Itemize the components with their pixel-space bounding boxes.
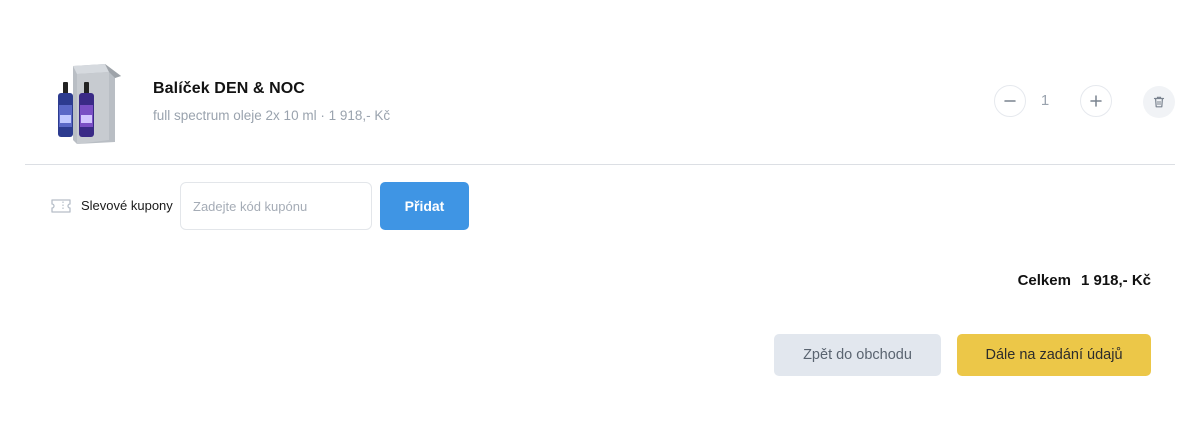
plus-icon bbox=[1090, 95, 1102, 107]
add-coupon-button[interactable]: Přidat bbox=[380, 182, 469, 230]
back-to-shop-button[interactable]: Zpět do obchodu bbox=[774, 334, 941, 376]
product-description: full spectrum oleje 2x 10 ml · 1 918,- K… bbox=[153, 108, 391, 123]
total-label: Celkem bbox=[1017, 272, 1071, 289]
coupon-code-input[interactable] bbox=[180, 182, 372, 230]
minus-icon bbox=[1004, 100, 1016, 102]
total-value: 1 918,- Kč bbox=[1080, 272, 1151, 289]
product-name: Balíček DEN & NOC bbox=[153, 80, 305, 97]
order-total: Celkem 1 918,- Kč bbox=[1018, 272, 1151, 289]
product-image bbox=[43, 60, 127, 144]
cart-item: Balíček DEN & NOC full spectrum oleje 2x… bbox=[25, 40, 1175, 165]
quantity-decrease-button[interactable] bbox=[994, 85, 1026, 117]
coupon-label: Slevové kupony bbox=[81, 198, 173, 213]
quantity-value[interactable]: 1 bbox=[1026, 85, 1064, 117]
trash-icon bbox=[1153, 96, 1165, 108]
quantity-increase-button[interactable] bbox=[1080, 85, 1112, 117]
remove-item-button[interactable] bbox=[1143, 86, 1175, 118]
ticket-icon bbox=[50, 196, 72, 216]
continue-to-details-button[interactable]: Dále na zadání údajů bbox=[957, 334, 1151, 376]
